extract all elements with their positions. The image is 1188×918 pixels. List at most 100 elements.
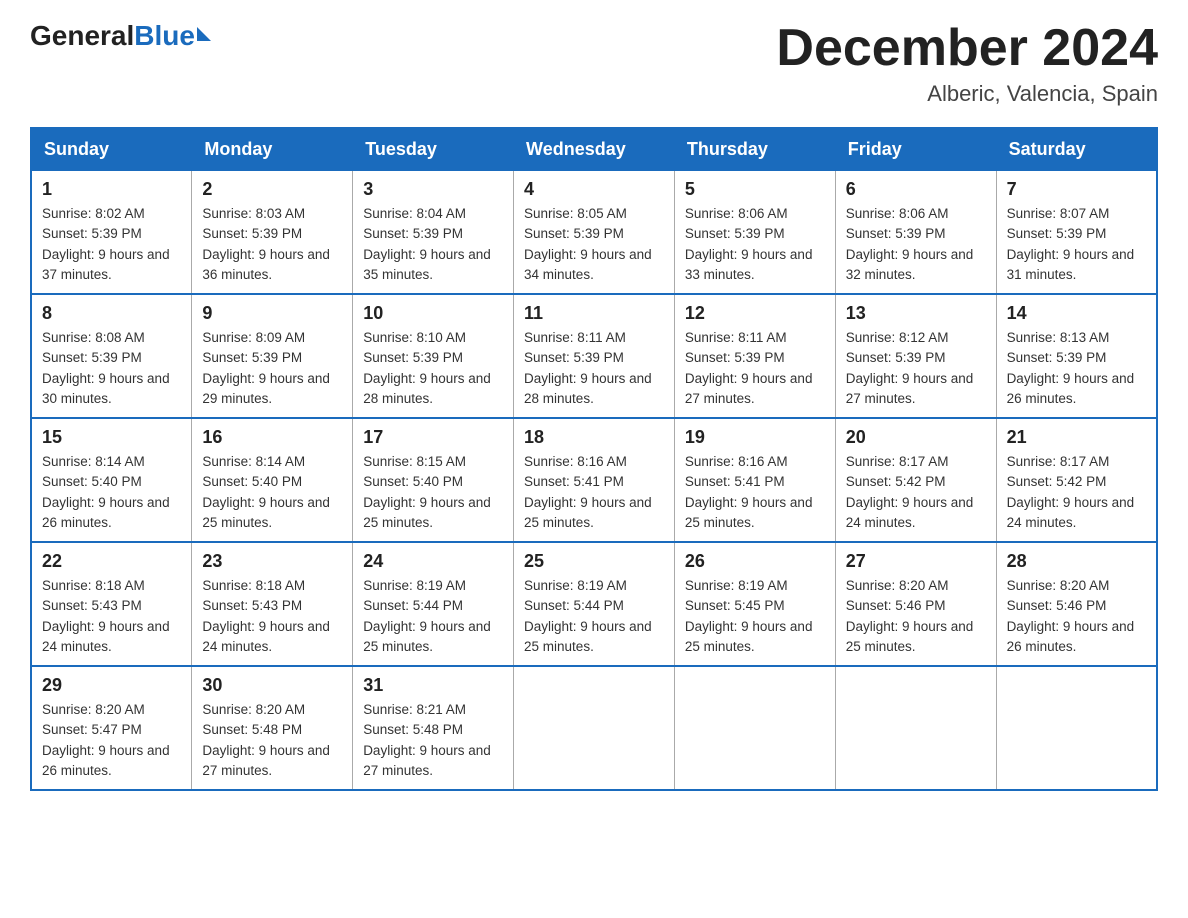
day-info: Sunrise: 8:20 AMSunset: 5:46 PMDaylight:…: [1007, 576, 1146, 657]
day-number: 10: [363, 303, 503, 324]
day-info: Sunrise: 8:13 AMSunset: 5:39 PMDaylight:…: [1007, 328, 1146, 409]
header-monday: Monday: [192, 128, 353, 171]
day-info: Sunrise: 8:18 AMSunset: 5:43 PMDaylight:…: [202, 576, 342, 657]
day-info: Sunrise: 8:15 AMSunset: 5:40 PMDaylight:…: [363, 452, 503, 533]
day-info: Sunrise: 8:14 AMSunset: 5:40 PMDaylight:…: [202, 452, 342, 533]
day-info: Sunrise: 8:07 AMSunset: 5:39 PMDaylight:…: [1007, 204, 1146, 285]
calendar-cell: [514, 666, 675, 790]
day-number: 4: [524, 179, 664, 200]
day-number: 30: [202, 675, 342, 696]
day-number: 19: [685, 427, 825, 448]
day-number: 9: [202, 303, 342, 324]
calendar-cell: 27 Sunrise: 8:20 AMSunset: 5:46 PMDayligh…: [835, 542, 996, 666]
calendar-cell: 17 Sunrise: 8:15 AMSunset: 5:40 PMDayligh…: [353, 418, 514, 542]
day-number: 27: [846, 551, 986, 572]
calendar-cell: 25 Sunrise: 8:19 AMSunset: 5:44 PMDayligh…: [514, 542, 675, 666]
calendar-cell: 20 Sunrise: 8:17 AMSunset: 5:42 PMDayligh…: [835, 418, 996, 542]
calendar-cell: 19 Sunrise: 8:16 AMSunset: 5:41 PMDayligh…: [674, 418, 835, 542]
day-number: 31: [363, 675, 503, 696]
day-number: 21: [1007, 427, 1146, 448]
day-number: 8: [42, 303, 181, 324]
calendar-cell: [996, 666, 1157, 790]
logo-blue-part: Blue: [134, 20, 211, 52]
day-number: 17: [363, 427, 503, 448]
calendar-cell: 21 Sunrise: 8:17 AMSunset: 5:42 PMDayligh…: [996, 418, 1157, 542]
calendar-cell: 23 Sunrise: 8:18 AMSunset: 5:43 PMDayligh…: [192, 542, 353, 666]
day-number: 5: [685, 179, 825, 200]
calendar-cell: 4 Sunrise: 8:05 AMSunset: 5:39 PMDaylight…: [514, 171, 675, 295]
day-info: Sunrise: 8:06 AMSunset: 5:39 PMDaylight:…: [685, 204, 825, 285]
calendar-cell: 8 Sunrise: 8:08 AMSunset: 5:39 PMDaylight…: [31, 294, 192, 418]
day-info: Sunrise: 8:16 AMSunset: 5:41 PMDaylight:…: [524, 452, 664, 533]
calendar-cell: 29 Sunrise: 8:20 AMSunset: 5:47 PMDayligh…: [31, 666, 192, 790]
day-number: 6: [846, 179, 986, 200]
day-info: Sunrise: 8:04 AMSunset: 5:39 PMDaylight:…: [363, 204, 503, 285]
calendar-cell: 3Sunrise: 8:04 AMSunset: 5:39 PMDaylight…: [353, 171, 514, 295]
day-number: 14: [1007, 303, 1146, 324]
day-number: 15: [42, 427, 181, 448]
header-friday: Friday: [835, 128, 996, 171]
logo-general-text: General: [30, 20, 134, 52]
calendar-cell: 14 Sunrise: 8:13 AMSunset: 5:39 PMDayligh…: [996, 294, 1157, 418]
day-number: 23: [202, 551, 342, 572]
calendar-week-row: 15 Sunrise: 8:14 AMSunset: 5:40 PMDayligh…: [31, 418, 1157, 542]
day-number: 20: [846, 427, 986, 448]
day-info: Sunrise: 8:17 AMSunset: 5:42 PMDaylight:…: [846, 452, 986, 533]
calendar-week-row: 22 Sunrise: 8:18 AMSunset: 5:43 PMDayligh…: [31, 542, 1157, 666]
location-subtitle: Alberic, Valencia, Spain: [776, 81, 1158, 107]
day-info: Sunrise: 8:09 AMSunset: 5:39 PMDaylight:…: [202, 328, 342, 409]
calendar-week-row: 8 Sunrise: 8:08 AMSunset: 5:39 PMDaylight…: [31, 294, 1157, 418]
day-number: 12: [685, 303, 825, 324]
calendar-cell: 9 Sunrise: 8:09 AMSunset: 5:39 PMDaylight…: [192, 294, 353, 418]
day-number: 7: [1007, 179, 1146, 200]
day-info: Sunrise: 8:14 AMSunset: 5:40 PMDaylight:…: [42, 452, 181, 533]
day-number: 16: [202, 427, 342, 448]
day-info: Sunrise: 8:03 AMSunset: 5:39 PMDaylight:…: [202, 204, 342, 285]
day-number: 29: [42, 675, 181, 696]
day-info: Sunrise: 8:19 AMSunset: 5:44 PMDaylight:…: [363, 576, 503, 657]
calendar-cell: 12 Sunrise: 8:11 AMSunset: 5:39 PMDayligh…: [674, 294, 835, 418]
month-title: December 2024: [776, 20, 1158, 77]
header-wednesday: Wednesday: [514, 128, 675, 171]
day-info: Sunrise: 8:20 AMSunset: 5:46 PMDaylight:…: [846, 576, 986, 657]
day-number: 1: [42, 179, 181, 200]
calendar-cell: 26Sunrise: 8:19 AMSunset: 5:45 PMDayligh…: [674, 542, 835, 666]
day-info: Sunrise: 8:11 AMSunset: 5:39 PMDaylight:…: [685, 328, 825, 409]
day-info: Sunrise: 8:19 AMSunset: 5:45 PMDaylight:…: [685, 576, 825, 657]
header-thursday: Thursday: [674, 128, 835, 171]
calendar-cell: 11 Sunrise: 8:11 AMSunset: 5:39 PMDayligh…: [514, 294, 675, 418]
day-info: Sunrise: 8:11 AMSunset: 5:39 PMDaylight:…: [524, 328, 664, 409]
day-info: Sunrise: 8:20 AMSunset: 5:48 PMDaylight:…: [202, 700, 342, 781]
day-info: Sunrise: 8:05 AMSunset: 5:39 PMDaylight:…: [524, 204, 664, 285]
day-info: Sunrise: 8:19 AMSunset: 5:44 PMDaylight:…: [524, 576, 664, 657]
logo-blue-text: Blue: [134, 20, 195, 52]
day-number: 11: [524, 303, 664, 324]
day-info: Sunrise: 8:10 AMSunset: 5:39 PMDaylight:…: [363, 328, 503, 409]
calendar-week-row: 1 Sunrise: 8:02 AMSunset: 5:39 PMDaylight…: [31, 171, 1157, 295]
calendar-header-row: SundayMondayTuesdayWednesdayThursdayFrid…: [31, 128, 1157, 171]
calendar-cell: 6Sunrise: 8:06 AMSunset: 5:39 PMDaylight…: [835, 171, 996, 295]
calendar-cell: 22 Sunrise: 8:18 AMSunset: 5:43 PMDayligh…: [31, 542, 192, 666]
day-info: Sunrise: 8:12 AMSunset: 5:39 PMDaylight:…: [846, 328, 986, 409]
header-tuesday: Tuesday: [353, 128, 514, 171]
day-info: Sunrise: 8:20 AMSunset: 5:47 PMDaylight:…: [42, 700, 181, 781]
calendar-cell: 10 Sunrise: 8:10 AMSunset: 5:39 PMDayligh…: [353, 294, 514, 418]
logo: General Blue: [30, 20, 211, 52]
day-number: 13: [846, 303, 986, 324]
title-block: December 2024 Alberic, Valencia, Spain: [776, 20, 1158, 107]
day-info: Sunrise: 8:18 AMSunset: 5:43 PMDaylight:…: [42, 576, 181, 657]
day-info: Sunrise: 8:17 AMSunset: 5:42 PMDaylight:…: [1007, 452, 1146, 533]
calendar-cell: 7 Sunrise: 8:07 AMSunset: 5:39 PMDaylight…: [996, 171, 1157, 295]
day-info: Sunrise: 8:08 AMSunset: 5:39 PMDaylight:…: [42, 328, 181, 409]
header-sunday: Sunday: [31, 128, 192, 171]
calendar-cell: 1 Sunrise: 8:02 AMSunset: 5:39 PMDaylight…: [31, 171, 192, 295]
calendar-cell: 18Sunrise: 8:16 AMSunset: 5:41 PMDayligh…: [514, 418, 675, 542]
calendar-cell: 5 Sunrise: 8:06 AMSunset: 5:39 PMDaylight…: [674, 171, 835, 295]
calendar-cell: 2 Sunrise: 8:03 AMSunset: 5:39 PMDaylight…: [192, 171, 353, 295]
day-number: 22: [42, 551, 181, 572]
day-number: 2: [202, 179, 342, 200]
day-info: Sunrise: 8:16 AMSunset: 5:41 PMDaylight:…: [685, 452, 825, 533]
calendar-week-row: 29 Sunrise: 8:20 AMSunset: 5:47 PMDayligh…: [31, 666, 1157, 790]
day-number: 25: [524, 551, 664, 572]
day-info: Sunrise: 8:02 AMSunset: 5:39 PMDaylight:…: [42, 204, 181, 285]
